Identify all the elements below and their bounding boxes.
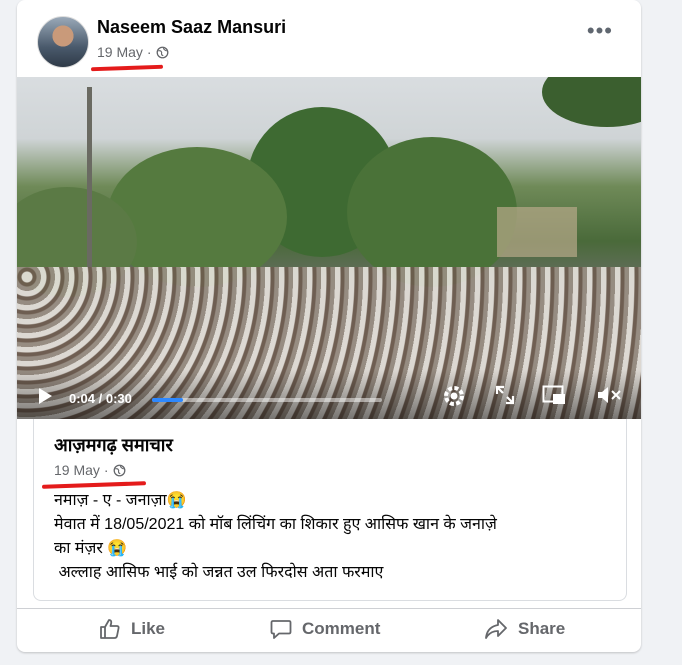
like-button[interactable]: Like [99, 615, 165, 643]
post-text: नमाज़ - ए - जनाज़ा😭 मेवात में 18/05/2021… [54, 489, 614, 585]
shared-post-meta: 19 May · [54, 462, 126, 478]
post-date[interactable]: 19 May [97, 44, 143, 60]
post-meta: 19 May · [97, 44, 169, 60]
video-progress-bar[interactable] [152, 398, 382, 402]
tree-foliage [347, 137, 517, 287]
mute-icon[interactable] [597, 385, 623, 405]
video-time: 0:04 / 0:30 [69, 391, 132, 406]
tree-foliage [542, 77, 641, 127]
video-progress-fill [152, 398, 183, 402]
share-icon [484, 618, 508, 640]
picture-in-picture-icon[interactable] [542, 385, 566, 405]
shared-post-date[interactable]: 19 May [54, 462, 100, 478]
share-label: Share [518, 619, 566, 638]
post-text-line: का मंज़र 😭 [54, 540, 128, 557]
meta-separator: · [146, 44, 152, 60]
comment-button[interactable]: Comment [270, 615, 380, 643]
video-controls: 0:04 / 0:30 [17, 369, 641, 419]
author-avatar[interactable] [37, 16, 89, 68]
post-text-line: मेवात में 18/05/2021 को मॉब लिंचिंग का श… [54, 516, 497, 533]
comment-label: Comment [302, 619, 381, 638]
shared-post: आज़मगढ़ समाचार 19 May · नमाज़ - ए - जनाज… [33, 419, 627, 601]
play-icon[interactable] [37, 387, 53, 405]
post-actions: Like Comment Share [17, 608, 641, 649]
video-player[interactable]: 0:04 / 0:30 [17, 77, 641, 419]
red-annotation-underline [90, 64, 164, 72]
distant-building [497, 207, 577, 257]
post-text-line: नमाज़ - ए - जनाज़ा😭 [54, 492, 187, 509]
tree-foliage [107, 147, 287, 287]
globe-icon [156, 46, 169, 59]
shared-page-name[interactable]: आज़मगढ़ समाचार [54, 433, 173, 457]
settings-icon[interactable] [442, 384, 466, 408]
post-card: Naseem Saaz Mansuri 19 May · ••• 0:04 / … [17, 0, 641, 652]
more-options-icon[interactable]: ••• [587, 20, 613, 42]
red-annotation-underline [41, 481, 147, 489]
like-label: Like [131, 619, 166, 638]
fullscreen-icon[interactable] [494, 384, 516, 406]
post-text-line: अल्लाह आसिफ भाई को जन्नत उल फिरदोस अता फ… [54, 564, 384, 581]
meta-separator: · [103, 462, 109, 478]
like-icon [99, 618, 121, 640]
author-name[interactable]: Naseem Saaz Mansuri [97, 17, 286, 38]
globe-icon [113, 464, 126, 477]
share-button[interactable]: Share [484, 615, 565, 643]
comment-icon [270, 618, 292, 640]
